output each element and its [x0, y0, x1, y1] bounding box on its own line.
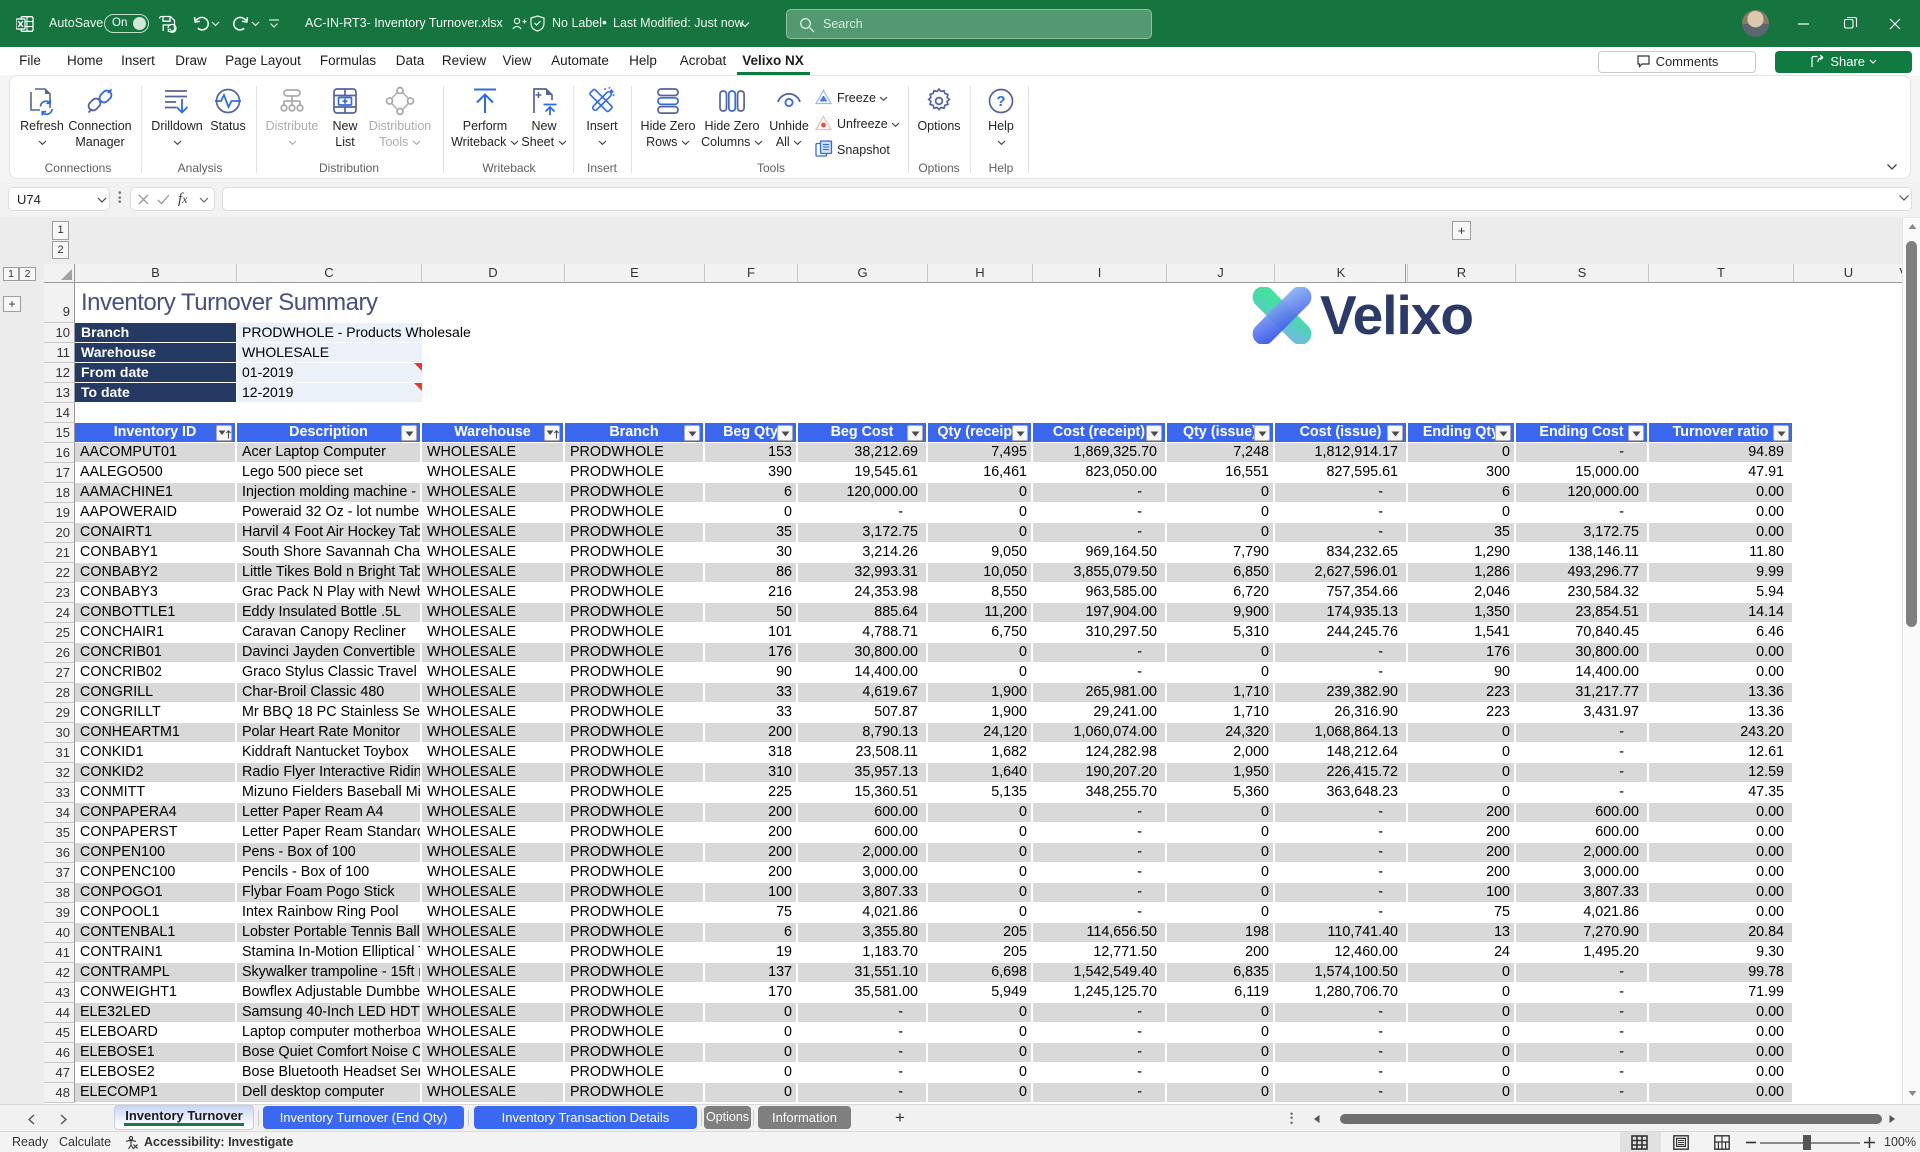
svg-text:?: ?	[996, 93, 1005, 110]
